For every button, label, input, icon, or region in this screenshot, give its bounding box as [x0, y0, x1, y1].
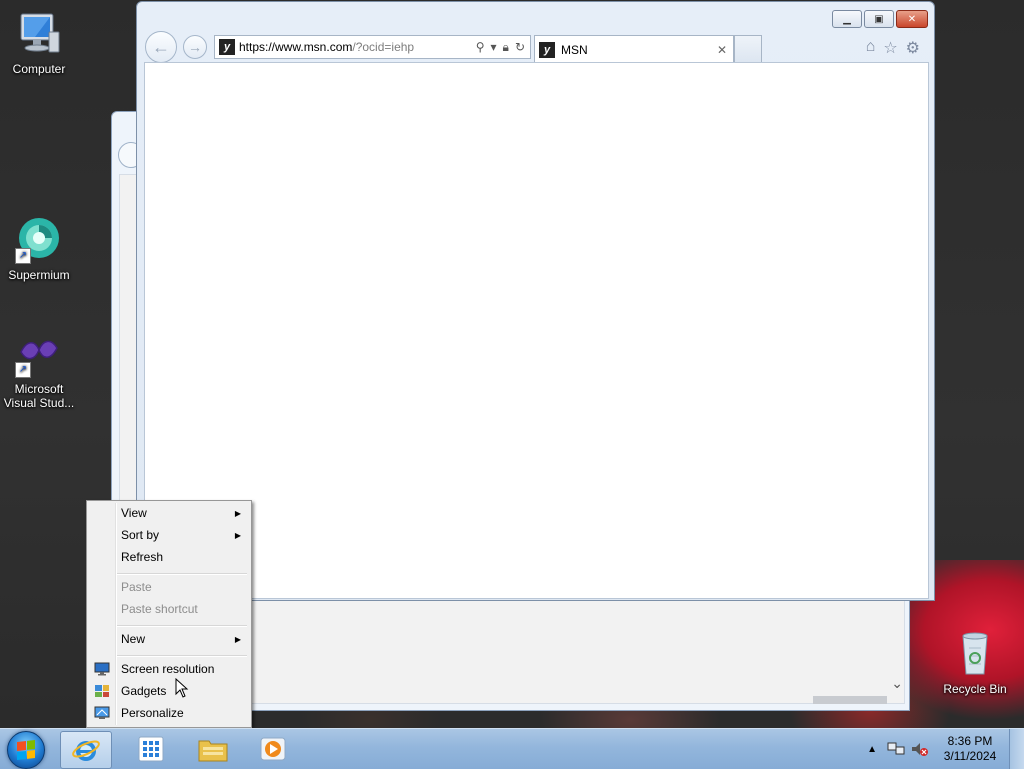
tab-close-icon[interactable]: ✕ [717, 43, 727, 57]
menu-item-view[interactable]: View ▶ [89, 502, 249, 524]
menu-item-gadgets[interactable]: Gadgets [89, 680, 249, 702]
menu-item-new[interactable]: New ▶ [89, 628, 249, 650]
taskbar-internet-explorer[interactable] [60, 731, 112, 769]
menu-item-sort-by[interactable]: Sort by ▶ [89, 524, 249, 546]
home-icon[interactable]: ⌂ [866, 38, 876, 58]
taskbar: ▲ 8:36 PM 3/11/2024 [0, 728, 1024, 769]
desktop-icon-visual-studio[interactable]: ↗ Microsoft Visual Stud... [0, 330, 79, 410]
submenu-arrow-icon: ▶ [234, 508, 241, 518]
shortcut-arrow-icon: ↗ [15, 362, 31, 378]
volume-muted-icon[interactable] [911, 741, 929, 757]
horizontal-scrollbar[interactable] [813, 696, 887, 704]
menu-separator [117, 625, 247, 627]
network-icon[interactable] [887, 741, 905, 757]
menu-item-paste-shortcut: Paste shortcut [121, 602, 198, 616]
tab-title: MSN [561, 42, 588, 57]
supermium-icon: ↗ [15, 216, 63, 264]
msn-favicon-icon: y [539, 41, 555, 58]
menu-separator [117, 573, 247, 575]
favorites-star-icon[interactable]: ☆ [883, 38, 897, 58]
system-tray: ▲ 8:36 PM 3/11/2024 [867, 729, 1024, 769]
personalize-icon [94, 706, 110, 719]
forward-button[interactable]: → [183, 35, 207, 59]
desktop-context-menu: View ▶ Sort by ▶ Refresh Paste Paste sho… [86, 500, 252, 728]
clock-time: 8:36 PM [947, 734, 993, 748]
recycle-bin-icon [951, 630, 999, 678]
menu-item-personalize[interactable]: Personalize [89, 702, 249, 724]
close-button[interactable]: ✕ [896, 10, 928, 28]
desktop-icon-label: Computer [12, 62, 66, 76]
desktop-icon-label: Microsoft Visual Stud... [3, 382, 75, 410]
mouse-cursor-icon [175, 678, 189, 698]
msn-favicon-icon: y [219, 39, 235, 55]
taskbar-file-explorer[interactable] [188, 731, 238, 767]
shortcut-arrow-icon: ↗ [15, 248, 31, 264]
window-controls: ▁ ▣ ✕ [832, 10, 928, 28]
menu-item-screen-resolution[interactable]: Screen resolution [89, 658, 249, 680]
gadgets-icon [95, 685, 109, 697]
media-player-icon [260, 737, 286, 761]
visual-studio-icon: ↗ [15, 330, 63, 378]
arrow-left-icon: ← [152, 36, 170, 57]
browser-window[interactable]: ▁ ▣ ✕ ← → y https://www.msn.com/?ocid=ie… [136, 1, 935, 601]
refresh-icon[interactable]: ↻ [515, 40, 525, 55]
clock-date: 3/11/2024 [943, 749, 997, 763]
arrow-right-icon: → [188, 39, 202, 55]
desktop-icon-recycle-bin[interactable]: Recycle Bin [935, 630, 1015, 696]
chevron-down-icon[interactable]: ⌄ [891, 675, 903, 692]
address-bar[interactable]: y https://www.msn.com/?ocid=iehp ⚲ ▾ 🔒︎ … [214, 35, 531, 59]
desktop-icon-label: Supermium [8, 268, 70, 282]
monitor-icon [94, 662, 110, 676]
desktop-icon-label: Recycle Bin [943, 682, 1007, 696]
back-button[interactable]: ← [145, 31, 177, 63]
folder-icon [198, 740, 228, 762]
submenu-arrow-icon: ▶ [234, 634, 241, 644]
menu-separator [117, 655, 247, 657]
menu-item-paste: Paste [121, 580, 152, 594]
url-host: https://www.msn.com [239, 40, 353, 54]
url-path: /?ocid=iehp [352, 40, 415, 54]
windows-logo-icon [17, 740, 35, 760]
maximize-button[interactable]: ▣ [864, 10, 894, 28]
menu-item-refresh[interactable]: Refresh [89, 546, 249, 568]
page-content[interactable] [144, 62, 929, 599]
desktop-icon-computer[interactable]: Computer [0, 10, 79, 76]
search-icon[interactable]: ⚲ [476, 40, 485, 55]
settings-gear-icon[interactable]: ⚙ [906, 38, 920, 58]
dropdown-icon[interactable]: ▾ [491, 40, 497, 55]
computer-icon [15, 10, 63, 58]
taskbar-start-grid[interactable] [126, 731, 176, 767]
tab-msn[interactable]: y MSN ✕ [534, 35, 734, 63]
internet-explorer-icon [72, 740, 100, 761]
browser-tools: ⌂ ☆ ⚙ [866, 38, 920, 58]
submenu-arrow-icon: ▶ [234, 530, 241, 540]
minimize-button[interactable]: ▁ [832, 10, 862, 28]
desktop-icon-supermium[interactable]: ↗ Supermium [0, 216, 79, 282]
clock[interactable]: 8:36 PM 3/11/2024 [935, 734, 1005, 764]
app-grid-icon [138, 736, 164, 762]
show-hidden-icons-icon[interactable]: ▲ [867, 744, 877, 755]
lock-icon[interactable]: 🔒︎ [503, 40, 509, 55]
show-desktop-button[interactable] [1009, 729, 1024, 769]
new-tab-button[interactable] [734, 35, 762, 62]
taskbar-media-player[interactable] [248, 731, 298, 767]
start-button[interactable] [7, 731, 45, 769]
